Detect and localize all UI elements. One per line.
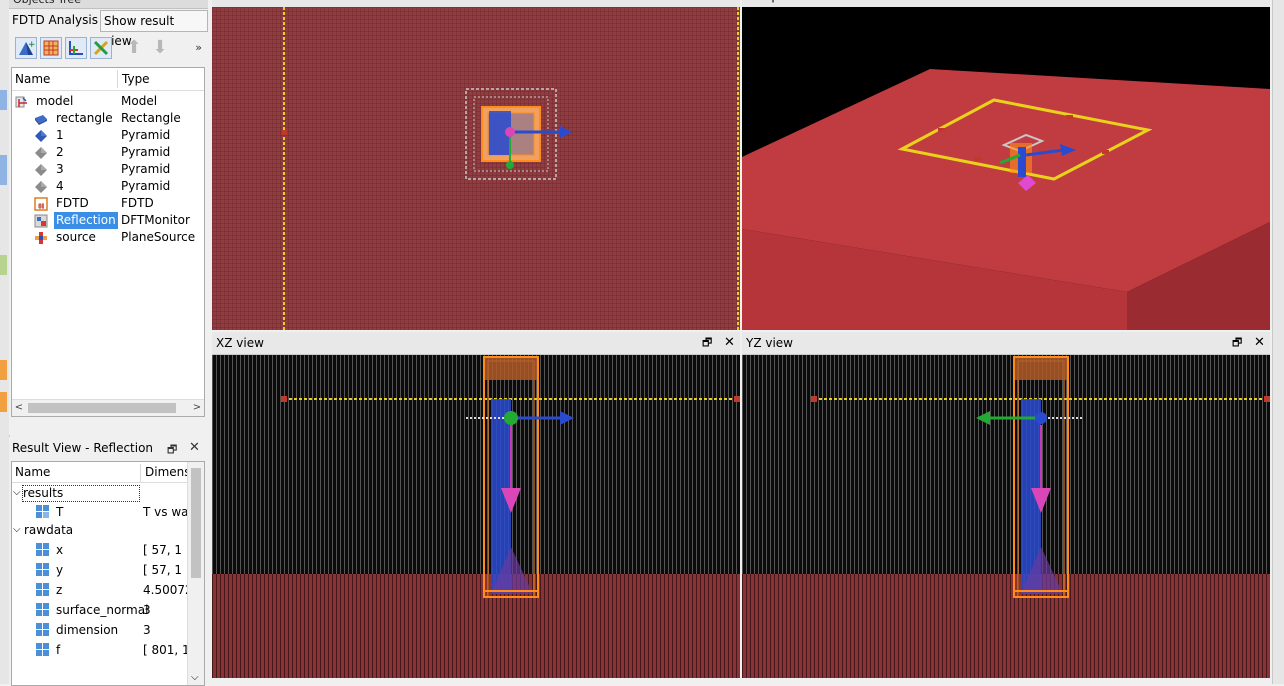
xz-overlay (281, 356, 740, 598)
dock-marker[interactable] (0, 155, 7, 185)
close-view-icon[interactable]: ✕ (1254, 332, 1265, 354)
result-item-y[interactable]: y [ 57, 1 ] (12, 560, 202, 580)
axis-icon[interactable] (65, 37, 87, 59)
chevron-down-icon[interactable]: ⌵ (13, 483, 21, 503)
result-tree-vscrollbar[interactable]: ⌵ (187, 462, 204, 685)
scroll-thumb[interactable] (28, 403, 176, 413)
xz-view[interactable]: XZ view 🗗 ✕ (212, 332, 740, 678)
rectangle-icon (35, 115, 47, 125)
objects-tree-title: Objects Tree (9, 0, 208, 9)
dock-marker[interactable] (0, 255, 7, 275)
xy-canvas[interactable] (212, 7, 740, 330)
matrix-icon (36, 643, 50, 657)
matrix-icon (36, 623, 50, 637)
pyramid-icon (35, 181, 47, 193)
matrix-icon (36, 543, 50, 557)
tree-item-source[interactable]: source PlaneSource (12, 229, 204, 246)
column-dimension-header[interactable]: Dimens (145, 465, 191, 479)
result-item-surface-normal[interactable]: surface_normal 3 (12, 600, 202, 620)
tree-item-rectangle[interactable]: rectangle Rectangle (12, 110, 204, 127)
result-item-x[interactable]: x [ 57, 1 ] (12, 540, 202, 560)
xy-view[interactable]: XY view (212, 0, 740, 330)
pyramid-icon (35, 164, 47, 176)
yz-overlay (811, 356, 1270, 598)
result-view-title: Result View - Reflection (12, 441, 154, 455)
column-type-header[interactable]: Type (122, 72, 150, 86)
tab-fdtd-analysis[interactable]: FDTD Analysis (9, 10, 101, 30)
float-view-icon[interactable]: 🗗 (1232, 332, 1242, 354)
result-tree-header: Name Dimens (12, 462, 204, 483)
dock-marker[interactable] (0, 392, 7, 412)
move-up-arrow-icon[interactable]: ⬆ (124, 38, 144, 58)
objects-tree-header: Name Type (12, 68, 204, 91)
fdtd-icon (34, 197, 48, 211)
perspective-canvas[interactable] (742, 7, 1270, 330)
dock-marker[interactable] (0, 360, 7, 380)
result-item-t[interactable]: T T vs wav (12, 502, 202, 522)
float-view-icon[interactable]: 🗗 (702, 332, 712, 354)
pyramid-icon (35, 130, 47, 142)
svg-text:+: + (28, 40, 36, 50)
objects-tree-hscrollbar[interactable]: < > (12, 399, 204, 416)
matrix-icon (36, 563, 50, 577)
float-panel-icon[interactable]: 🗗 (167, 441, 177, 460)
result-item-f[interactable]: f [ 801, 1 (12, 640, 202, 660)
result-item-z[interactable]: z 4.50072 (12, 580, 202, 600)
tree-item-pyramid-3[interactable]: 3 Pyramid (12, 161, 204, 178)
right-dock-strip (1272, 0, 1284, 684)
close-view-icon[interactable]: ✕ (724, 332, 735, 354)
chevron-down-icon[interactable]: ⌵ (13, 520, 21, 540)
result-item-dimension[interactable]: dimension 3 (12, 620, 202, 640)
matrix-icon (36, 583, 50, 597)
tree-item-pyramid-1[interactable]: 1 Pyramid (12, 127, 204, 144)
show-result-view-button[interactable]: Show result view (100, 10, 208, 48)
dataset-icon (36, 505, 50, 519)
tree-item-fdtd[interactable]: FDTD FDTD (12, 195, 204, 212)
scroll-left-icon[interactable]: < (12, 400, 26, 416)
yz-view[interactable]: YZ view 🗗 ✕ (742, 332, 1270, 678)
scroll-down-icon[interactable]: ⌵ (191, 672, 199, 683)
column-name-header[interactable]: Name (15, 72, 50, 86)
monitor-icon (34, 214, 48, 228)
toolbar-overflow-icon[interactable]: » (195, 41, 202, 54)
tree-item-pyramid-4[interactable]: 4 Pyramid (12, 178, 204, 195)
matrix-icon (36, 603, 50, 617)
source-icon (35, 232, 47, 244)
scroll-right-icon[interactable]: > (190, 400, 204, 416)
perspective-view[interactable]: Perspective view (742, 0, 1270, 330)
tree-item-model[interactable]: model Model (12, 93, 204, 110)
dock-marker[interactable] (0, 90, 7, 110)
result-tree[interactable]: Name Dimens ⌵ results T T vs wav ⌵ rawda… (11, 461, 205, 686)
grid-icon[interactable] (40, 37, 62, 59)
objects-toolbar: + ⬆ ⬇ » (9, 35, 208, 63)
wand-icon[interactable] (90, 37, 112, 59)
tree-item-reflection[interactable]: Reflection DFTMonitor (12, 212, 204, 229)
result-view-panel: Result View - Reflection 🗗 ✕ Name Dimens… (9, 437, 208, 686)
column-name-header[interactable]: Name (15, 465, 50, 479)
move-down-arrow-icon[interactable]: ⬇ (150, 38, 170, 58)
analysis-tabbar: FDTD Analysis Show result view (9, 9, 208, 48)
scroll-thumb[interactable] (191, 468, 201, 578)
add-structure-icon[interactable]: + (15, 37, 37, 59)
xz-view-title: XZ view 🗗 ✕ (212, 332, 740, 355)
model-icon (15, 96, 27, 108)
close-panel-icon[interactable]: ✕ (189, 440, 200, 455)
yz-view-title: YZ view 🗗 ✕ (742, 332, 1270, 355)
pyramid-icon (35, 147, 47, 159)
objects-tree[interactable]: Name Type model Model rectangle Rectangl… (11, 67, 205, 417)
tree-item-pyramid-2[interactable]: 2 Pyramid (12, 144, 204, 161)
objects-tree-panel: Objects Tree FDTD Analysis Show result v… (9, 0, 208, 435)
